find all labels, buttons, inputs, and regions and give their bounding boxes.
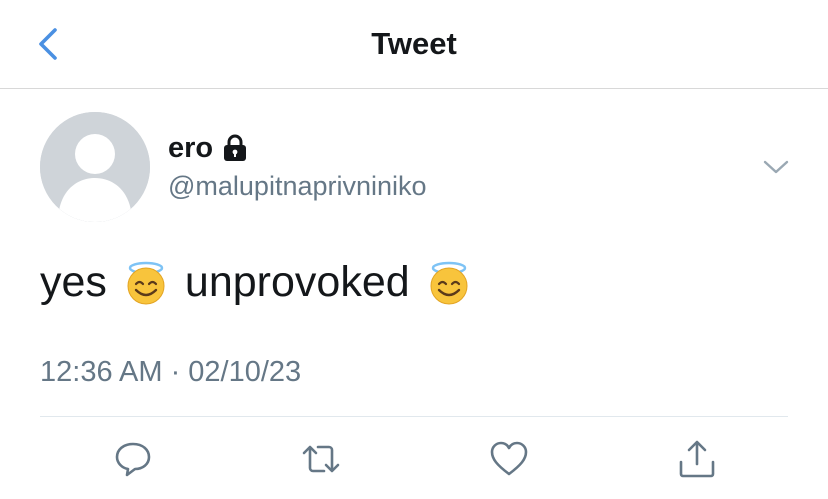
lock-icon bbox=[224, 134, 247, 161]
author-handle[interactable]: @malupitnaprivniniko bbox=[168, 171, 427, 202]
tweet-timestamp: 12:36 AM · 02/10/23 bbox=[40, 356, 302, 388]
navigation-header: Tweet bbox=[0, 0, 828, 89]
divider bbox=[40, 416, 788, 417]
share-button[interactable] bbox=[676, 438, 718, 480]
tweet-text-part-2: unprovoked bbox=[184, 258, 410, 306]
page-title: Tweet bbox=[371, 26, 457, 61]
smiling-face-with-halo-icon bbox=[430, 261, 468, 304]
avatar[interactable] bbox=[40, 112, 150, 222]
reply-button[interactable] bbox=[112, 438, 154, 480]
share-icon bbox=[679, 440, 715, 478]
smiling-face-with-halo-icon bbox=[127, 261, 165, 304]
tweet-text-part-1: yes bbox=[40, 258, 107, 306]
retweet-icon bbox=[302, 445, 340, 473]
author-name[interactable]: ero bbox=[168, 132, 213, 165]
retweet-button[interactable] bbox=[300, 438, 342, 480]
more-options-button[interactable] bbox=[762, 154, 790, 178]
reply-icon bbox=[115, 442, 151, 477]
default-avatar-icon bbox=[40, 112, 150, 222]
like-button[interactable] bbox=[488, 438, 530, 480]
heart-icon bbox=[490, 441, 528, 476]
chevron-down-icon bbox=[763, 160, 789, 174]
tweet-text: yes unprovoked bbox=[40, 258, 472, 307]
author-name-row: ero bbox=[168, 130, 247, 166]
